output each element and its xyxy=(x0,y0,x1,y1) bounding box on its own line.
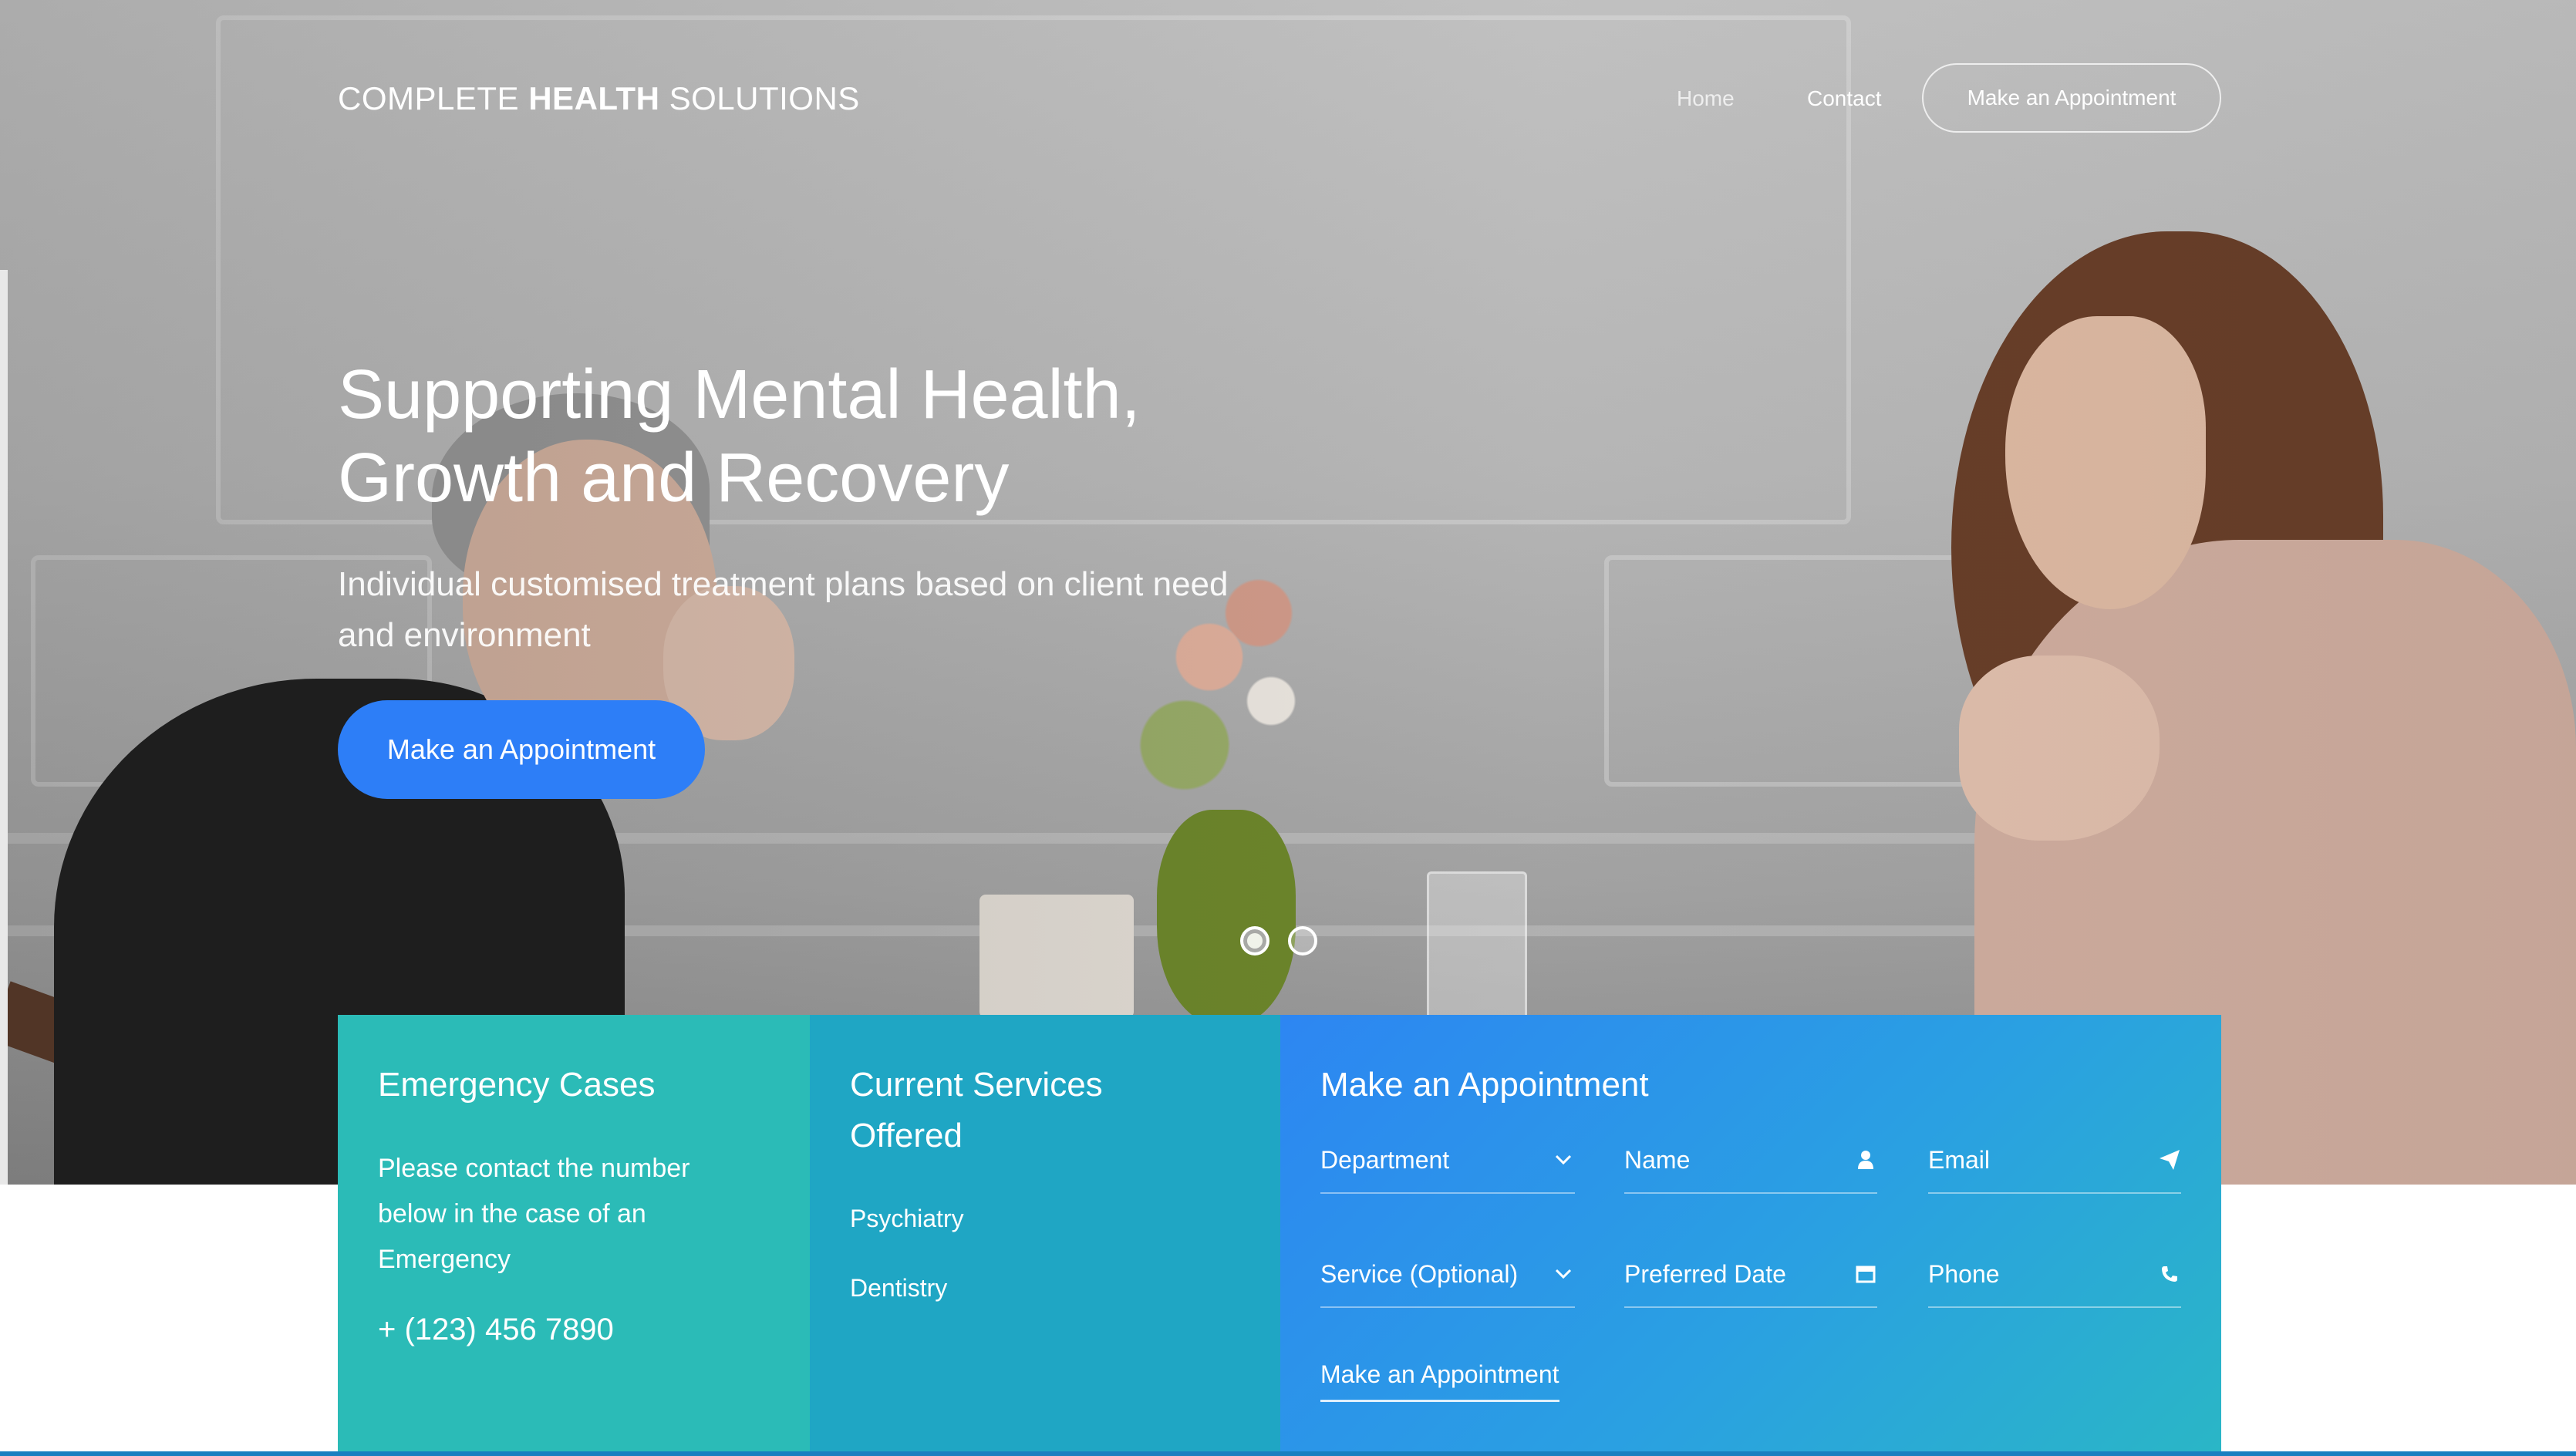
emergency-title: Emergency Cases xyxy=(378,1066,656,1104)
hero-title-line1: Supporting Mental Health, xyxy=(338,356,1141,433)
nav-home-link[interactable]: Home xyxy=(1677,86,1735,111)
department-select[interactable]: Department xyxy=(1320,1132,1575,1194)
chevron-down-icon xyxy=(1552,1146,1575,1174)
nav-contact-link[interactable]: Contact xyxy=(1807,86,1882,111)
services-title: Current Services Offered xyxy=(850,1066,1103,1154)
appointment-submit-button[interactable]: Make an Appointment xyxy=(1320,1360,1559,1402)
emergency-card: Emergency Cases Please contact the numbe… xyxy=(338,1015,810,1456)
slider-dot-1[interactable] xyxy=(1240,926,1269,956)
preferred-date-label: Preferred Date xyxy=(1624,1260,1786,1288)
nav-appointment-button[interactable]: Make an Appointment xyxy=(1922,63,2221,133)
service-select[interactable]: Service (Optional) xyxy=(1320,1246,1575,1308)
preferred-date-field[interactable]: Preferred Date xyxy=(1624,1246,1877,1308)
hero-section: COMPLETE HEALTH SOLUTIONS Home Contact M… xyxy=(0,0,2576,1185)
services-card: Current Services Offered Psychiatry Dent… xyxy=(810,1015,1280,1456)
service-item-dentistry[interactable]: Dentistry xyxy=(850,1274,947,1303)
hero-title: Supporting Mental Health, Growth and Rec… xyxy=(338,353,1263,520)
logo-light-text: COMPLETE xyxy=(338,80,520,116)
department-label: Department xyxy=(1320,1146,1450,1174)
phone-icon xyxy=(2158,1260,2181,1288)
hero-subtitle: Individual customised treatment plans ba… xyxy=(338,559,1294,661)
paper-plane-icon xyxy=(2158,1146,2181,1174)
name-label: Name xyxy=(1624,1146,1691,1174)
email-label: Email xyxy=(1928,1146,1991,1174)
hero-title-line2: Growth and Recovery xyxy=(338,440,1010,517)
phone-label: Phone xyxy=(1928,1260,2000,1288)
logo-bold-text: HEALTH xyxy=(528,80,660,116)
left-edge-strip xyxy=(0,270,8,1185)
name-field[interactable]: Name xyxy=(1624,1132,1877,1194)
logo-end-text: SOLUTIONS xyxy=(669,80,860,116)
chevron-down-icon xyxy=(1552,1260,1575,1288)
appointment-card: Make an Appointment Department Name Emai… xyxy=(1280,1015,2221,1456)
phone-field[interactable]: Phone xyxy=(1928,1246,2181,1308)
hero-subtitle-line1: Individual customised treatment plans ba… xyxy=(338,565,1229,603)
service-item-psychiatry[interactable]: Psychiatry xyxy=(850,1205,964,1233)
site-logo[interactable]: COMPLETE HEALTH SOLUTIONS xyxy=(338,80,860,117)
emergency-text: Please contact the number below in the c… xyxy=(378,1154,690,1274)
calendar-icon xyxy=(1854,1260,1877,1288)
appointment-title: Make an Appointment xyxy=(1320,1066,1649,1104)
service-label: Service (Optional) xyxy=(1320,1260,1519,1288)
hero-appointment-button[interactable]: Make an Appointment xyxy=(338,700,705,799)
bottom-edge-bar xyxy=(0,1451,2576,1456)
user-icon xyxy=(1854,1146,1877,1174)
hero-subtitle-line2: and environment xyxy=(338,616,591,654)
email-field[interactable]: Email xyxy=(1928,1132,2181,1194)
slider-dot-2[interactable] xyxy=(1288,926,1317,956)
emergency-phone[interactable]: + (123) 456 7890 xyxy=(378,1313,614,1347)
